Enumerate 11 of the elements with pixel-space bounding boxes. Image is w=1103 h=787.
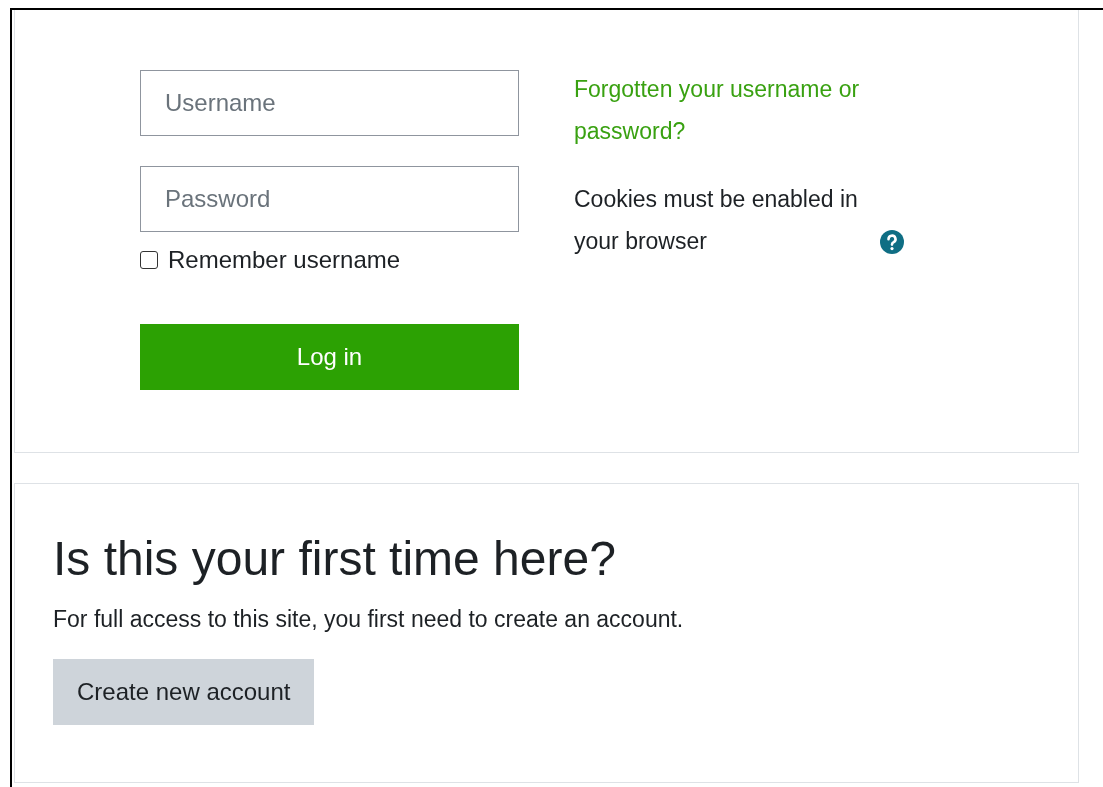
help-icon[interactable] [880, 230, 904, 254]
signup-text: For full access to this site, you first need to create an account. [53, 606, 685, 633]
cookies-note: Cookies must be enabled in your browser [574, 185, 859, 256]
login-button[interactable]: Log in [140, 324, 519, 390]
username-field[interactable]: Username [140, 70, 519, 136]
create-account-button[interactable]: Create new account [53, 659, 315, 725]
remember-checkbox[interactable] [140, 251, 158, 269]
signup-heading: Is this your first time here? [53, 531, 617, 587]
forgot-password-link[interactable]: Forgotten your username or password? [574, 68, 934, 152]
password-field[interactable]: Password [140, 166, 519, 232]
remember-label: Remember username [168, 246, 401, 274]
